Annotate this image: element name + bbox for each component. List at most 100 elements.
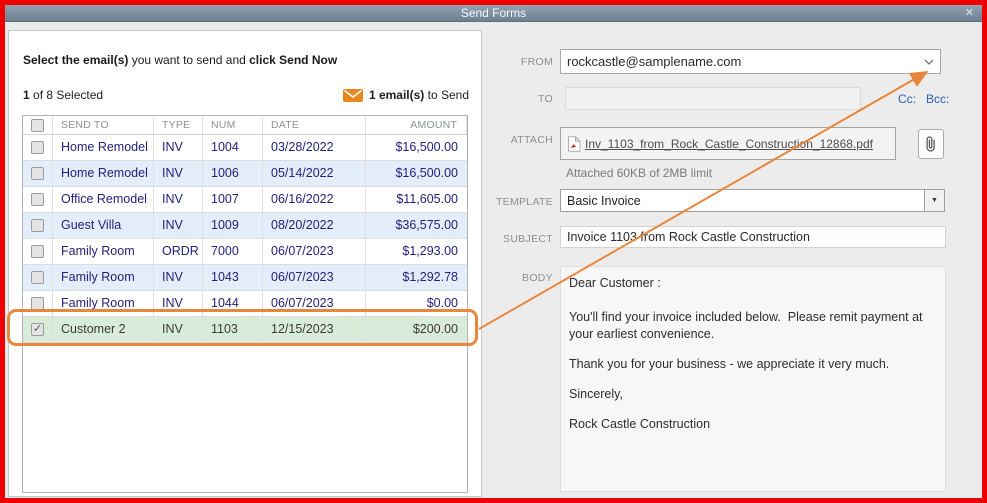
table-row[interactable]: Guest Villa INV 1009 08/20/2022 $36,575.… [23, 213, 467, 239]
instruction-part1: Select the email(s) [23, 53, 129, 67]
cell-amount: $11,605.00 [396, 192, 458, 206]
body-textarea[interactable]: Dear Customer : You'll find your invoice… [560, 266, 946, 492]
cc-link[interactable]: Cc: [898, 92, 916, 106]
cell-date: 12/15/2023 [263, 317, 366, 342]
cell-send-to: Customer 2 [53, 317, 154, 342]
to-label: TO [538, 93, 553, 105]
header-amount[interactable]: AMOUNT [366, 116, 467, 134]
emails-to-send: 1 email(s) to Send [342, 88, 469, 102]
close-icon[interactable]: ✕ [965, 6, 974, 19]
table-row[interactable]: Office Remodel INV 1007 06/16/2022 $11,6… [23, 187, 467, 213]
from-dropdown[interactable]: rockcastle@samplename.com [560, 49, 941, 74]
row-checkbox-cell [23, 239, 53, 264]
cell-date: 05/14/2022 [263, 161, 366, 186]
table-row[interactable]: Home Remodel INV 1004 03/28/2022 $16,500… [23, 135, 467, 161]
header-send-to[interactable]: SEND TO [53, 116, 154, 134]
header-num[interactable]: NUM [203, 116, 263, 134]
cell-date: 08/20/2022 [263, 213, 366, 238]
row-checkbox[interactable] [31, 271, 44, 284]
template-dropdown[interactable]: Basic Invoice ▼ [560, 189, 945, 212]
subject-input[interactable]: Invoice 1103 from Rock Castle Constructi… [560, 226, 946, 248]
cell-num: 1009 [203, 213, 263, 238]
cell-num: 1004 [203, 135, 263, 160]
dropdown-arrow-icon: ▼ [931, 197, 938, 204]
table-row[interactable]: Family Room INV 1043 06/07/2023 $1,292.7… [23, 265, 467, 291]
cell-send-to: Family Room [53, 291, 154, 316]
instruction-text: Select the email(s) you want to send and… [23, 53, 337, 67]
attachment-field[interactable]: Inv_1103_from_Rock_Castle_Construction_1… [560, 127, 896, 160]
row-checkbox-cell: ✓ [23, 317, 53, 342]
cc-bcc-links: Cc: Bcc: [898, 92, 949, 106]
row-checkbox[interactable] [31, 193, 44, 206]
chevron-down-icon[interactable] [924, 59, 934, 65]
cell-amount: $36,575.00 [395, 218, 458, 232]
cell-date: 06/16/2022 [263, 187, 366, 212]
row-checkbox[interactable] [31, 219, 44, 232]
cell-type: INV [154, 265, 203, 290]
to-input[interactable] [565, 87, 861, 110]
row-checkbox-cell [23, 161, 53, 186]
dialog-titlebar[interactable]: Send Forms ✕ [5, 4, 982, 22]
cell-num: 1044 [203, 291, 263, 316]
cell-num: 1006 [203, 161, 263, 186]
cell-amount: $16,500.00 [395, 166, 458, 180]
cell-amount: $1,293.00 [402, 244, 458, 258]
email-list-panel: Select the email(s) you want to send and… [8, 30, 482, 497]
send-count-text: to Send [424, 88, 469, 102]
email-table-body: Home Remodel INV 1004 03/28/2022 $16,500… [23, 135, 467, 343]
row-checkbox[interactable] [31, 245, 44, 258]
paperclip-icon [926, 136, 935, 152]
email-table-header: SEND TO TYPE NUM DATE AMOUNT [23, 116, 467, 135]
bcc-link[interactable]: Bcc: [926, 92, 949, 106]
body-line: Rock Castle Construction [569, 417, 711, 432]
subject-value: Invoice 1103 from Rock Castle Constructi… [567, 230, 810, 244]
template-value: Basic Invoice [567, 193, 641, 208]
send-count-number: 1 email(s) [368, 88, 425, 102]
selected-count-number: 1 [23, 88, 30, 102]
cell-send-to: Home Remodel [53, 135, 154, 160]
row-checkbox-cell [23, 213, 53, 238]
attach-file-button[interactable] [918, 129, 944, 159]
cell-send-to: Home Remodel [53, 161, 154, 186]
row-checkbox[interactable] [31, 297, 44, 310]
table-row[interactable]: Family Room ORDR 7000 06/07/2023 $1,293.… [23, 239, 467, 265]
row-checkbox-cell [23, 291, 53, 316]
attachment-filename-link[interactable]: Inv_1103_from_Rock_Castle_Construction_1… [585, 137, 873, 151]
selected-count-text: of 8 Selected [29, 88, 104, 102]
cell-type: INV [154, 135, 203, 160]
cell-send-to: Family Room [53, 239, 154, 264]
cell-date: 06/07/2023 [263, 265, 366, 290]
cell-date: 03/28/2022 [263, 135, 366, 160]
send-forms-dialog: Send Forms ✕ Select the email(s) you wan… [0, 0, 987, 503]
template-dropdown-button[interactable]: ▼ [924, 190, 944, 211]
body-line: You'll find your invoice included below.… [569, 310, 926, 341]
row-checkbox[interactable] [31, 141, 44, 154]
body-label: BODY [522, 272, 553, 284]
pdf-file-icon [568, 135, 581, 152]
row-checkbox-cell [23, 135, 53, 160]
table-row[interactable]: ✓ Customer 2 INV 1103 12/15/2023 $200.00 [23, 317, 467, 343]
cell-num: 7000 [203, 239, 263, 264]
selected-count: 1 of 8 Selected [23, 88, 103, 102]
from-value: rockcastle@samplename.com [567, 54, 742, 69]
envelope-icon [342, 88, 363, 102]
body-line: Thank you for your business - we appreci… [569, 356, 890, 371]
attach-label: ATTACH [510, 134, 553, 146]
table-row[interactable]: Home Remodel INV 1006 05/14/2022 $16,500… [23, 161, 467, 187]
counts-row: 1 of 8 Selected 1 email(s) to Send [23, 87, 469, 103]
subject-label: SUBJECT [503, 233, 553, 245]
header-date[interactable]: DATE [263, 116, 366, 134]
cell-amount: $1,292.78 [402, 270, 458, 284]
cell-type: INV [154, 291, 203, 316]
select-all-checkbox[interactable] [31, 118, 44, 132]
email-table: SEND TO TYPE NUM DATE AMOUNT Home Remode… [22, 115, 468, 493]
cell-num: 1007 [203, 187, 263, 212]
header-type[interactable]: TYPE [154, 116, 203, 134]
row-checkbox[interactable]: ✓ [31, 323, 44, 336]
cell-type: INV [154, 317, 203, 342]
row-checkbox-cell [23, 187, 53, 212]
table-row[interactable]: Family Room INV 1044 06/07/2023 $0.00 [23, 291, 467, 317]
cell-type: ORDR [154, 239, 203, 264]
row-checkbox[interactable] [31, 167, 44, 180]
body-line: Sincerely, [569, 387, 623, 401]
